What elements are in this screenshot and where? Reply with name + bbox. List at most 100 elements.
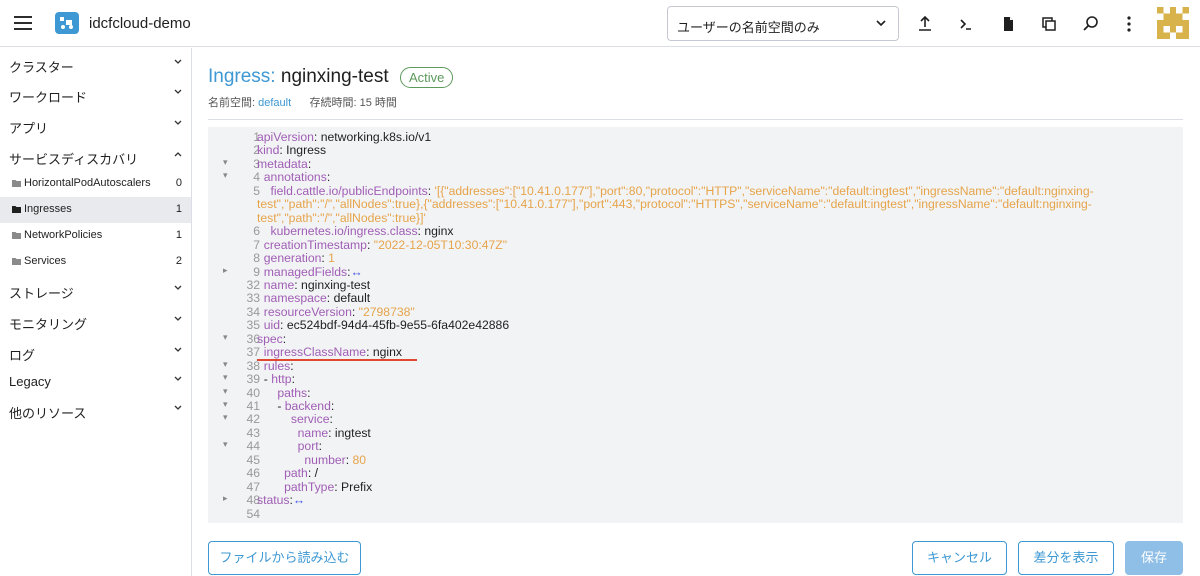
yaml-line[interactable]: 6 kubernetes.io/ingress.class: nginx: [208, 224, 1183, 238]
yaml-line[interactable]: 32 name: nginxing-test: [208, 278, 1183, 292]
chevron-down-icon: [174, 405, 182, 410]
folder-icon: [12, 180, 21, 187]
chevron-down-icon: [174, 120, 182, 125]
nav-group-workload[interactable]: ワークロード: [0, 80, 191, 108]
line-code: managedFields:↔: [263, 264, 363, 279]
more-icon[interactable]: [1118, 13, 1140, 35]
line-code: spec:: [257, 331, 287, 346]
yaml-line[interactable]: 5 field.cattle.io/publicEndpoints: '[{"a…: [208, 184, 1183, 198]
fold-collapse-icon[interactable]: ▾: [223, 170, 228, 181]
avatar[interactable]: [1157, 7, 1189, 39]
age-label: 存続時間:: [309, 97, 357, 109]
yaml-line[interactable]: 45 number: 80: [208, 453, 1183, 467]
upload-icon[interactable]: [914, 13, 936, 35]
line-number: 48: [246, 493, 260, 508]
sidebar-item-ingresses[interactable]: Ingresses 1: [0, 197, 191, 223]
menu-icon[interactable]: [14, 16, 32, 30]
nav-group-service-discovery[interactable]: サービスディスカバリ: [0, 142, 191, 170]
yaml-line[interactable]: 46 path: /: [208, 466, 1183, 480]
sidebar-item-label: Services: [24, 255, 67, 267]
yaml-line[interactable]: ▾ 42 service:: [208, 412, 1183, 426]
folder-icon: [12, 206, 21, 213]
line-number: 7: [253, 237, 260, 252]
fold-expand-icon[interactable]: ▸: [223, 265, 228, 276]
chevron-down-icon: [174, 376, 182, 381]
yaml-line[interactable]: ▾ 3 metadata:: [208, 157, 1183, 171]
line-code: number: 80: [304, 452, 367, 467]
line-number: 42: [246, 412, 260, 427]
yaml-line[interactable]: ▾ 44 port:: [208, 439, 1183, 453]
top-header: idcfcloud-demo ユーザーの名前空間のみ: [0, 0, 1200, 47]
yaml-line[interactable]: test","path":"/","allNodes":true},{"addr…: [208, 197, 1183, 211]
yaml-line[interactable]: 34 resourceVersion: "2798738": [208, 305, 1183, 319]
yaml-line[interactable]: 37 ingressClassName: nginx: [208, 345, 1183, 359]
fold-collapse-icon[interactable]: ▾: [223, 399, 228, 410]
namespace-select[interactable]: ユーザーの名前空間のみ: [667, 6, 899, 41]
nav-group-apps[interactable]: アプリ: [0, 111, 191, 139]
namespace-link[interactable]: default: [258, 97, 291, 109]
sidebar-item-services[interactable]: Services 2: [0, 249, 191, 275]
line-number: 54: [246, 506, 260, 521]
fold-expand-icon[interactable]: ▸: [223, 493, 228, 504]
fold-collapse-icon[interactable]: ▾: [223, 372, 228, 383]
fold-collapse-icon[interactable]: ▾: [223, 439, 228, 450]
yaml-line[interactable]: 2 kind: Ingress: [208, 143, 1183, 157]
line-number: 39: [246, 372, 260, 387]
yaml-line[interactable]: 54: [208, 507, 1183, 521]
nav-group-cluster[interactable]: クラスター: [0, 50, 191, 78]
yaml-line[interactable]: 43 name: ingtest: [208, 426, 1183, 440]
line-number: 45: [246, 452, 260, 467]
cancel-button[interactable]: キャンセル: [912, 541, 1007, 575]
highlight-underline: [257, 359, 417, 361]
cluster-icon: [55, 12, 79, 34]
yaml-line[interactable]: ▾ 40 paths:: [208, 386, 1183, 400]
sidebar-item-count: 0: [175, 177, 182, 189]
search-icon[interactable]: [1080, 13, 1102, 35]
sidebar-item-network-policies[interactable]: NetworkPolicies 1: [0, 223, 191, 249]
line-code: kind: Ingress: [257, 143, 327, 158]
cluster-name[interactable]: idcfcloud-demo: [89, 15, 191, 32]
age-value: 15 時間: [359, 97, 397, 109]
resource-kind-link[interactable]: Ingress:: [208, 66, 276, 87]
load-file-button[interactable]: ファイルから読み込む: [208, 541, 361, 575]
line-code: generation: 1: [263, 251, 335, 266]
save-button[interactable]: 保存: [1125, 541, 1183, 575]
chevron-down-icon: [174, 89, 182, 94]
yaml-line[interactable]: ▸ 9 managedFields:↔: [208, 265, 1183, 279]
yaml-line[interactable]: test","path":"/","allNodes":true}]': [208, 211, 1183, 225]
yaml-line[interactable]: 7 creationTimestamp: "2022-12-05T10:30:4…: [208, 238, 1183, 252]
file-icon[interactable]: [997, 13, 1019, 35]
yaml-line[interactable]: 8 generation: 1: [208, 251, 1183, 265]
yaml-line[interactable]: ▾ 36 spec:: [208, 332, 1183, 346]
fold-collapse-icon[interactable]: ▾: [223, 332, 228, 343]
yaml-line[interactable]: ▾ 39 - http:: [208, 372, 1183, 386]
line-code: test","path":"/","allNodes":true}]': [257, 210, 426, 225]
nav-group-storage[interactable]: ストレージ: [0, 276, 191, 304]
yaml-line[interactable]: 33 namespace: default: [208, 291, 1183, 305]
nav-group-other-resources[interactable]: 他のリソース: [0, 396, 191, 424]
fold-collapse-icon[interactable]: ▾: [223, 412, 228, 423]
yaml-editor[interactable]: 1 apiVersion: networking.k8s.io/v1 2 kind: …: [208, 127, 1183, 523]
fold-collapse-icon[interactable]: ▾: [223, 359, 228, 370]
sidebar-item-hpa[interactable]: HorizontalPodAutoscalers 0: [0, 171, 191, 197]
yaml-line[interactable]: 35 uid: ec524bdf-94d4-45fb-9e55-6fa402e4…: [208, 318, 1183, 332]
fold-collapse-icon[interactable]: ▾: [223, 157, 228, 168]
yaml-line[interactable]: ▾ 4 annotations:: [208, 170, 1183, 184]
nav-group-monitoring[interactable]: モニタリング: [0, 307, 191, 335]
nav-group-legacy[interactable]: Legacy: [0, 367, 191, 395]
yaml-line[interactable]: ▸ 48 status:↔: [208, 493, 1183, 507]
yaml-line[interactable]: 1 apiVersion: networking.k8s.io/v1: [208, 130, 1183, 144]
show-diff-button[interactable]: 差分を表示: [1018, 541, 1114, 575]
line-number: 46: [246, 466, 260, 481]
nav-group-logging[interactable]: ログ: [0, 338, 191, 366]
line-code: field.cattle.io/publicEndpoints: '[{"add…: [270, 183, 1094, 198]
fold-collapse-icon[interactable]: ▾: [223, 386, 228, 397]
yaml-line[interactable]: ▾ 41 - backend:: [208, 399, 1183, 413]
line-number: 36: [246, 331, 260, 346]
shell-icon[interactable]: [955, 13, 977, 35]
line-code: - http:: [257, 372, 295, 387]
copy-icon[interactable]: [1038, 13, 1060, 35]
yaml-line[interactable]: 47 pathType: Prefix: [208, 480, 1183, 494]
line-code: metadata:: [257, 156, 312, 171]
chevron-down-icon: [174, 285, 182, 290]
